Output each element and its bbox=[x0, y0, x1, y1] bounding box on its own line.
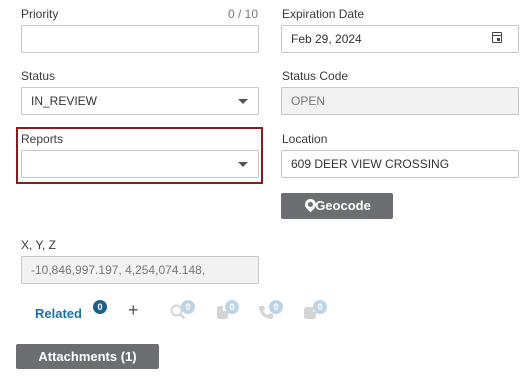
expiration-date-input[interactable]: Feb 29, 2024 bbox=[281, 25, 519, 53]
phone-related-icon[interactable]: 0 bbox=[258, 300, 284, 322]
geocode-button-label: Geocode bbox=[315, 198, 371, 213]
related-badge: 0 bbox=[181, 300, 195, 314]
priority-char-counter: 0 / 10 bbox=[227, 7, 258, 21]
hand-related-icon[interactable]: 0 bbox=[214, 300, 240, 322]
priority-input[interactable] bbox=[21, 25, 259, 53]
xyz-label: X, Y, Z bbox=[21, 238, 56, 252]
status-value: IN_REVIEW bbox=[31, 94, 98, 108]
priority-label: Priority bbox=[21, 7, 59, 21]
status-code-label: Status Code bbox=[282, 69, 349, 83]
related-count-badge: 0 bbox=[93, 300, 107, 314]
related-tab[interactable]: Related bbox=[35, 306, 82, 321]
calendar-icon[interactable] bbox=[492, 32, 502, 43]
attachments-button[interactable]: Attachments (1) bbox=[16, 344, 159, 369]
xyz-field: -10,846,997.197, 4,254,074.148, bbox=[21, 256, 259, 284]
expiration-date-value: Feb 29, 2024 bbox=[291, 32, 362, 46]
location-input[interactable]: 609 DEER VIEW CROSSING bbox=[281, 150, 519, 178]
search-related-icon[interactable]: 0 bbox=[170, 300, 196, 322]
add-related-button[interactable]: + bbox=[128, 300, 139, 321]
related-badge: 0 bbox=[225, 300, 239, 314]
expiration-date-label: Expiration Date bbox=[282, 7, 365, 21]
location-label: Location bbox=[282, 132, 328, 146]
note-related-icon[interactable]: 0 bbox=[302, 300, 328, 322]
status-label: Status bbox=[21, 69, 56, 83]
related-badge: 0 bbox=[313, 300, 327, 314]
chevron-down-icon bbox=[238, 99, 248, 104]
status-code-field: OPEN bbox=[281, 87, 519, 115]
reports-select[interactable] bbox=[21, 150, 259, 178]
chevron-down-icon bbox=[238, 162, 248, 167]
related-badge: 0 bbox=[269, 300, 283, 314]
status-select[interactable]: IN_REVIEW bbox=[21, 87, 259, 115]
geocode-button[interactable]: Geocode bbox=[281, 193, 393, 219]
reports-label: Reports bbox=[21, 132, 64, 146]
